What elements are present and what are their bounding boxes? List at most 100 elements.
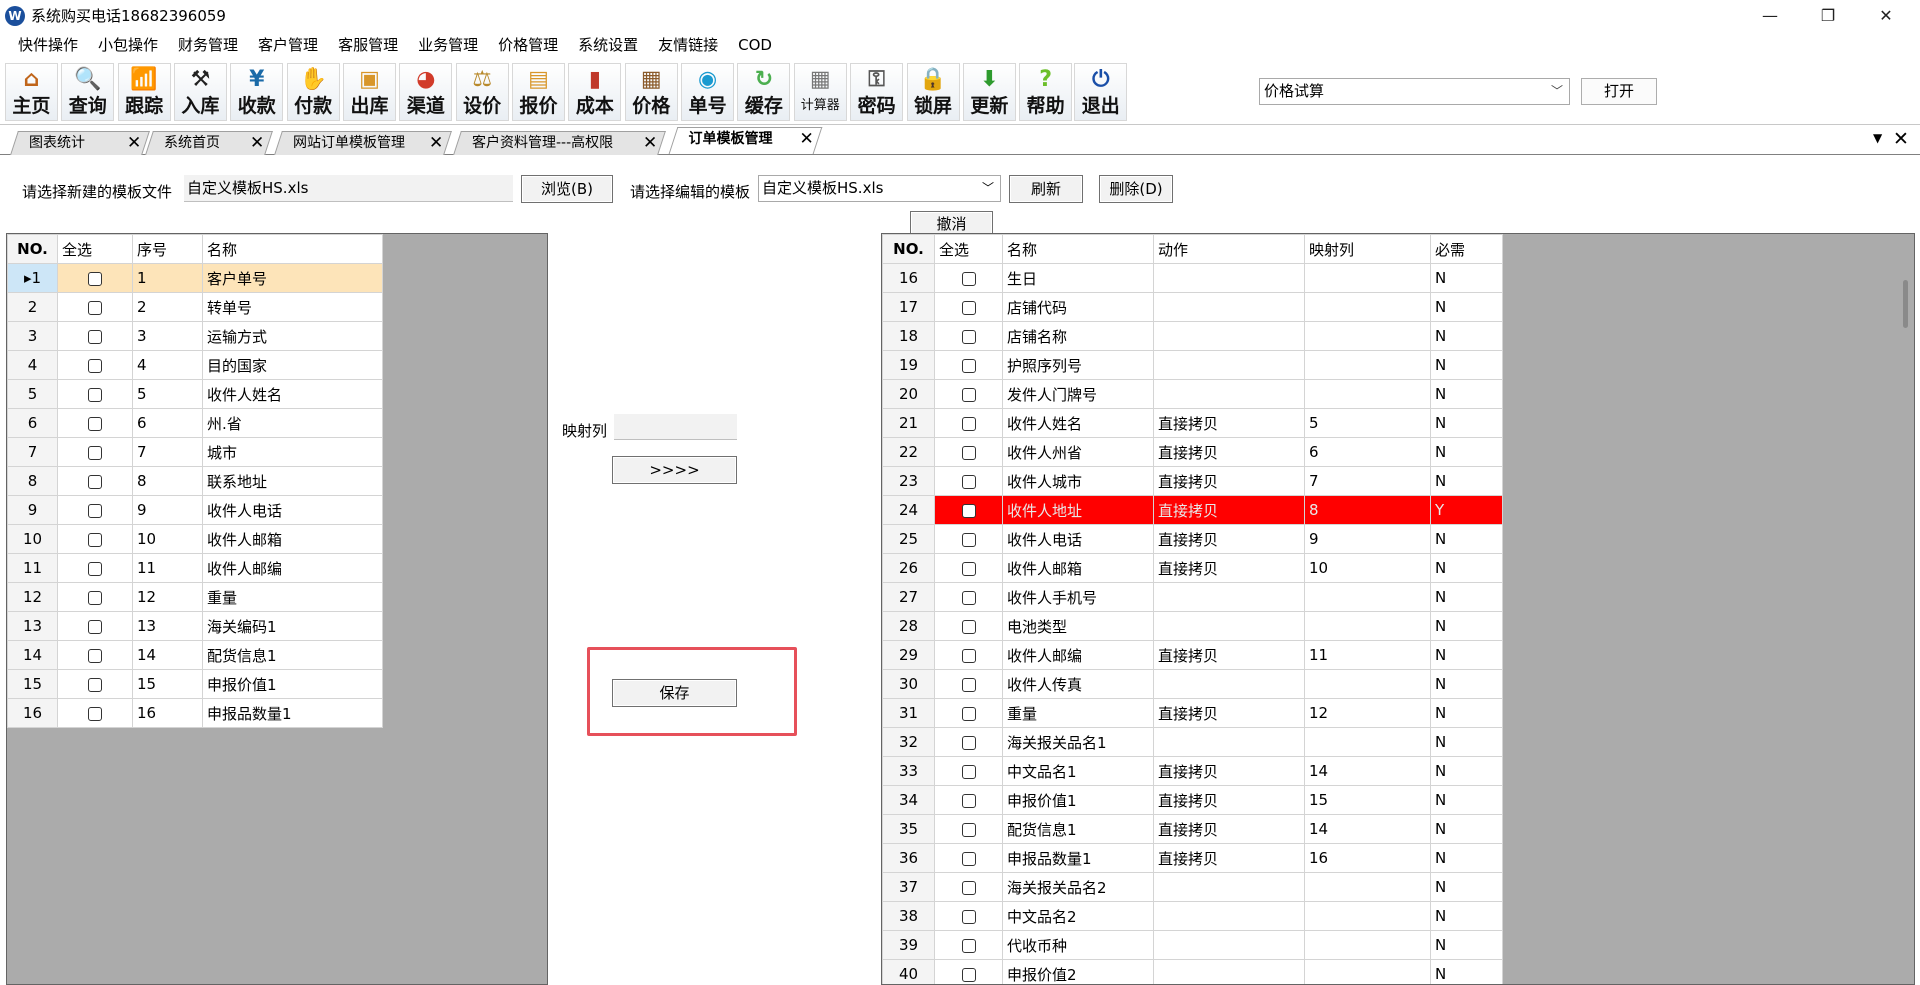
minimize-icon[interactable]: — — [1741, 0, 1799, 31]
action-cell[interactable] — [1153, 292, 1305, 322]
table-row[interactable]: 10 10 收件人邮箱 — [7, 524, 383, 554]
row-checkbox[interactable] — [88, 706, 102, 721]
vertical-scrollbar[interactable] — [1903, 280, 1908, 328]
required-cell[interactable]: N — [1430, 930, 1503, 960]
table-row[interactable]: 22 收件人州省 直接拷贝 6 N — [882, 437, 1503, 467]
row-checkbox[interactable] — [961, 358, 976, 373]
row-checkbox[interactable] — [961, 706, 976, 721]
mapping-cell[interactable]: 14 — [1304, 756, 1431, 786]
mapping-cell[interactable] — [1304, 727, 1431, 757]
table-row[interactable]: 17 店铺代码 N — [882, 292, 1503, 322]
table-row[interactable]: 38 中文品名2 N — [882, 901, 1503, 931]
row-checkbox[interactable] — [961, 735, 976, 750]
table-row[interactable]: 25 收件人电话 直接拷贝 9 N — [882, 524, 1503, 554]
column-header[interactable]: 动作 — [1153, 234, 1305, 264]
table-row[interactable]: 35 配货信息1 直接拷贝 14 N — [882, 814, 1503, 844]
tab-close-icon[interactable]: ✕ — [250, 132, 264, 154]
row-checkbox[interactable] — [88, 648, 102, 663]
table-row[interactable]: 11 11 收件人邮编 — [7, 553, 383, 583]
toolbar-button[interactable]: ⚒ 入库 — [173, 63, 227, 121]
toolbar-button[interactable]: ▤ 报价 — [512, 63, 566, 121]
toolbar-button[interactable]: ⬇ 更新 — [962, 63, 1016, 121]
column-header[interactable]: 必需 — [1430, 234, 1503, 264]
action-cell[interactable]: 直接拷贝 — [1153, 698, 1305, 728]
menu-item[interactable]: 客户管理 — [248, 31, 328, 59]
save-button[interactable]: 保存 — [612, 679, 737, 707]
action-cell[interactable]: 直接拷贝 — [1153, 640, 1305, 670]
column-header[interactable]: NO. — [882, 234, 935, 264]
required-cell[interactable]: N — [1430, 727, 1503, 757]
row-checkbox[interactable] — [961, 445, 976, 460]
action-cell[interactable] — [1153, 263, 1305, 293]
row-checkbox[interactable] — [961, 619, 976, 634]
table-row[interactable]: 31 重量 直接拷贝 12 N — [882, 698, 1503, 728]
toolbar-button[interactable]: ◉ 单号 — [681, 63, 735, 121]
toolbar-button[interactable]: ▦ 计算器 — [793, 63, 847, 121]
table-row[interactable]: 33 中文品名1 直接拷贝 14 N — [882, 756, 1503, 786]
browse-button[interactable]: 浏览(B) — [521, 175, 613, 203]
menu-item[interactable]: 价格管理 — [488, 31, 568, 59]
row-checkbox[interactable] — [88, 561, 102, 576]
menu-item[interactable]: 友情链接 — [648, 31, 728, 59]
table-row[interactable]: 4 4 目的国家 — [7, 350, 383, 380]
row-checkbox[interactable] — [961, 677, 976, 692]
toolbar-button[interactable]: ⚖ 设价 — [455, 63, 509, 121]
row-checkbox[interactable] — [961, 793, 976, 808]
close-active-tab-icon[interactable]: ✕ — [1893, 128, 1909, 150]
function-select[interactable]: 价格试算 ﹀ — [1259, 78, 1570, 105]
table-row[interactable]: 37 海关报关品名2 N — [882, 872, 1503, 902]
required-cell[interactable]: N — [1430, 524, 1503, 554]
mapping-cell[interactable]: 8 — [1304, 495, 1431, 525]
mapping-cell[interactable] — [1304, 350, 1431, 380]
action-cell[interactable]: 直接拷贝 — [1153, 814, 1305, 844]
row-checkbox[interactable] — [961, 561, 976, 576]
action-cell[interactable]: 直接拷贝 — [1153, 553, 1305, 583]
required-cell[interactable]: N — [1430, 263, 1503, 293]
table-row[interactable]: 15 15 申报价值1 — [7, 669, 383, 699]
toolbar-button[interactable]: ▦ 价格 — [624, 63, 678, 121]
edit-template-select[interactable]: 自定义模板HS.xls ﹀ — [758, 175, 1001, 202]
table-row[interactable]: 29 收件人邮编 直接拷贝 11 N — [882, 640, 1503, 670]
table-row[interactable]: 40 申报价值2 N — [882, 959, 1503, 984]
table-row[interactable]: 28 电池类型 N — [882, 611, 1503, 641]
action-cell[interactable] — [1153, 901, 1305, 931]
table-row[interactable]: 3 3 运输方式 — [7, 321, 383, 351]
table-row[interactable]: 16 16 申报品数量1 — [7, 698, 383, 728]
required-cell[interactable]: N — [1430, 408, 1503, 438]
tab[interactable]: 网站订单模板管理 ✕ — [274, 131, 452, 155]
table-row[interactable]: 39 代收币种 N — [882, 930, 1503, 960]
column-header[interactable]: 名称 — [1002, 234, 1154, 264]
row-checkbox[interactable] — [961, 416, 976, 431]
table-row[interactable]: 7 7 城市 — [7, 437, 383, 467]
action-cell[interactable]: 直接拷贝 — [1153, 524, 1305, 554]
required-cell[interactable]: N — [1430, 785, 1503, 815]
toolbar-button[interactable]: ? 帮助 — [1019, 63, 1073, 121]
column-header[interactable]: 名称 — [202, 234, 383, 264]
required-cell[interactable]: N — [1430, 640, 1503, 670]
table-row[interactable]: 19 护照序列号 N — [882, 350, 1503, 380]
row-checkbox[interactable] — [961, 764, 976, 779]
row-checkbox[interactable] — [88, 532, 102, 547]
row-checkbox[interactable] — [961, 329, 976, 344]
required-cell[interactable]: N — [1430, 698, 1503, 728]
table-row[interactable]: ▸1 1 客户单号 — [7, 263, 383, 293]
toolbar-button[interactable]: ⏻ 退出 — [1074, 63, 1128, 121]
refresh-button[interactable]: 刷新 — [1009, 175, 1083, 203]
required-cell[interactable]: N — [1430, 669, 1503, 699]
menu-item[interactable]: 系统设置 — [568, 31, 648, 59]
tab[interactable]: 订单模板管理 ✕ — [668, 127, 823, 154]
required-cell[interactable]: N — [1430, 756, 1503, 786]
mapping-cell[interactable] — [1304, 263, 1431, 293]
row-checkbox[interactable] — [88, 300, 102, 315]
toolbar-button[interactable]: ↻ 缓存 — [737, 63, 791, 121]
column-header[interactable]: 全选 — [934, 234, 1003, 264]
mapping-cell[interactable]: 11 — [1304, 640, 1431, 670]
action-cell[interactable] — [1153, 582, 1305, 612]
mapping-cell[interactable]: 7 — [1304, 466, 1431, 496]
map-arrow-button[interactable]: >>>> — [612, 456, 737, 484]
action-cell[interactable]: 直接拷贝 — [1153, 756, 1305, 786]
required-cell[interactable]: N — [1430, 872, 1503, 902]
row-checkbox[interactable] — [961, 503, 976, 518]
table-row[interactable]: 16 生日 N — [882, 263, 1503, 293]
table-row[interactable]: 32 海关报关品名1 N — [882, 727, 1503, 757]
